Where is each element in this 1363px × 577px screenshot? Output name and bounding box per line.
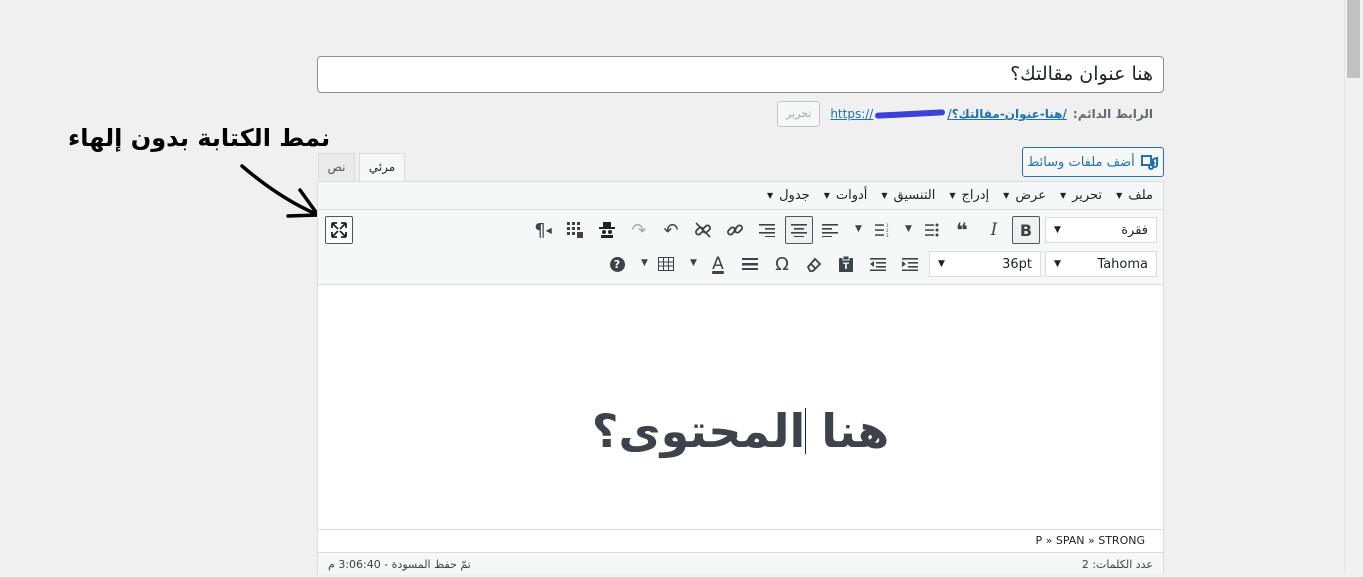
help-icon: ? <box>609 256 625 272</box>
outdent-icon <box>870 258 886 271</box>
permalink-row: الرابط الدائم: https:// /هنا-عنوان-مقالت… <box>776 101 1153 127</box>
distraction-free-button[interactable] <box>325 216 353 244</box>
editor-toolbars: فقرة ▼ B I ❝ ▼ 123 ▼ ↶ ↷ ¶ ◀ ▼ Tahoma ▼ 36pt <box>318 210 1163 285</box>
table-dropdown[interactable]: ▼ <box>641 258 648 268</box>
menu-tools[interactable]: أدوات ▼ <box>824 188 868 203</box>
numbered-list-button[interactable]: 123 <box>868 216 896 244</box>
redo-icon: ↷ <box>631 219 647 241</box>
tab-visual[interactable]: مرئي <box>359 153 405 183</box>
undo-icon: ↶ <box>663 219 679 241</box>
media-icon <box>1140 155 1158 170</box>
add-media-button[interactable]: أضف ملفات وسائط <box>1022 147 1164 177</box>
fullscreen-icon <box>331 222 347 238</box>
editor-content[interactable]: هنا المحتوى؟ <box>318 386 1163 476</box>
permalink-url-prefix: https:// <box>830 107 874 121</box>
add-media-label: أضف ملفات وسائط <box>1027 154 1135 170</box>
annotation-arrow-icon <box>240 164 320 218</box>
permalink-link[interactable]: https:// /هنا-عنوان-مقالتك؟/ <box>830 107 1067 121</box>
insert-link-button[interactable] <box>721 216 749 244</box>
post-title-input[interactable]: هنا عنوان مقالتك؟ <box>317 56 1164 93</box>
text-color-button[interactable]: A <box>704 250 732 278</box>
blockquote-button[interactable]: ❝ <box>948 216 976 244</box>
format-select[interactable]: فقرة ▼ <box>1045 217 1157 243</box>
paste-as-text-button[interactable]: T <box>832 250 860 278</box>
indent-button[interactable] <box>896 250 924 278</box>
kitchen-sink-icon <box>567 222 583 238</box>
menu-table[interactable]: جدول ▼ <box>767 188 810 203</box>
horizontal-line-button[interactable] <box>736 250 764 278</box>
spy-icon <box>599 222 615 238</box>
unlink-button[interactable] <box>689 216 717 244</box>
permalink-slug: /هنا-عنوان-مقالتك؟/ <box>947 107 1067 121</box>
distraction-free-annotation: نمط الكتابة بدون إلهاء <box>68 124 331 152</box>
text-color-dropdown[interactable]: ▼ <box>690 258 697 268</box>
permalink-label: الرابط الدائم: <box>1072 107 1153 121</box>
italic-button[interactable]: I <box>980 216 1008 244</box>
numbered-list-dropdown[interactable]: ▼ <box>855 224 862 234</box>
svg-text:T: T <box>843 262 850 272</box>
align-right-icon <box>759 224 775 237</box>
table-button[interactable] <box>652 250 680 278</box>
link-icon <box>727 224 743 236</box>
font-family-select[interactable]: ▼ Tahoma <box>1045 251 1157 277</box>
bulleted-list-dropdown[interactable]: ▼ <box>905 224 912 234</box>
clear-formatting-button[interactable] <box>800 250 828 278</box>
text-cursor <box>805 408 806 454</box>
formatting-marks-button[interactable]: ¶ ◀ <box>529 216 557 244</box>
align-left-button[interactable] <box>816 216 844 244</box>
align-center-button[interactable] <box>785 216 813 244</box>
text-color-icon: A <box>712 254 724 274</box>
editor-menubar: ملف ▼ تحرير ▼ عرض ▼ إدراج ▼ التنسيق ▼ أدوات ▼ … <box>318 182 1163 210</box>
eraser-icon <box>806 257 822 272</box>
word-count: عدد الكلمات: 2 <box>1081 558 1153 571</box>
menu-file[interactable]: ملف ▼ <box>1116 188 1153 203</box>
align-right-button[interactable] <box>753 216 781 244</box>
permalink-edit-button[interactable]: تحرير <box>776 101 821 127</box>
align-center-icon <box>791 224 807 237</box>
indent-icon <box>902 258 918 271</box>
help-button[interactable]: ? <box>603 250 631 278</box>
bulleted-list-button[interactable] <box>918 216 946 244</box>
tab-text[interactable]: نص <box>318 153 355 182</box>
special-character-button[interactable]: Ω <box>768 250 796 278</box>
menu-edit[interactable]: تحرير ▼ <box>1060 188 1102 203</box>
redacted-domain <box>875 109 946 119</box>
font-size-select[interactable]: ▼ 36pt <box>929 251 1041 277</box>
table-icon <box>658 257 674 271</box>
menu-format[interactable]: التنسيق ▼ <box>881 188 935 203</box>
scrollbar-thumb[interactable] <box>1347 0 1360 78</box>
menu-insert[interactable]: إدراج ▼ <box>949 188 989 203</box>
editor-statusbar: تمّ حفظ المسودة - 3:06:40 م عدد الكلمات:… <box>318 552 1163 574</box>
horizontal-line-icon <box>742 258 758 270</box>
svg-text:3: 3 <box>886 233 889 237</box>
toolbar-toggle-button[interactable] <box>561 216 589 244</box>
menu-view[interactable]: عرض ▼ <box>1003 188 1046 203</box>
align-left-icon <box>822 224 838 237</box>
unlink-icon <box>695 222 711 238</box>
page-scrollbar[interactable] <box>1344 0 1363 574</box>
draft-saved-status: تمّ حفظ المسودة - 3:06:40 م <box>328 558 471 571</box>
numbered-list-icon: 123 <box>875 223 889 237</box>
outdent-button[interactable] <box>864 250 892 278</box>
bold-button[interactable]: B <box>1012 216 1040 244</box>
pilcrow-icon: ¶ <box>534 219 546 241</box>
spy-user-icon[interactable] <box>593 216 621 244</box>
undo-button[interactable]: ↶ <box>657 216 685 244</box>
element-path: P » SPAN » STRONG <box>318 529 1163 552</box>
redo-button[interactable]: ↷ <box>625 216 653 244</box>
bulleted-list-icon <box>925 223 939 237</box>
clipboard-icon: T <box>839 256 853 272</box>
